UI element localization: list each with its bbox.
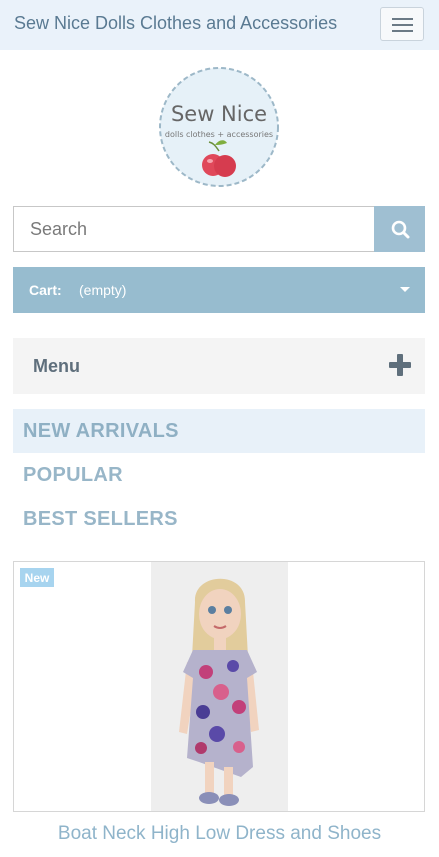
search-button[interactable] (374, 206, 425, 252)
search-bar (13, 206, 425, 252)
search-icon (391, 220, 410, 239)
hamburger-icon (392, 30, 413, 32)
hamburger-icon (392, 18, 413, 20)
hamburger-icon (392, 24, 413, 26)
plus-icon (389, 354, 411, 376)
product-image[interactable] (151, 562, 288, 812)
tab-popular[interactable]: POPULAR (13, 453, 425, 497)
product-name-link[interactable]: Boat Neck High Low Dress and Shoes (0, 823, 439, 845)
menu-toggle[interactable]: Menu (13, 338, 425, 394)
caret-down-icon (400, 287, 410, 292)
cart-status: (empty) (79, 282, 127, 298)
tab-best-sellers[interactable]: BEST SELLERS (13, 497, 425, 541)
menu-toggle-button[interactable] (380, 7, 424, 41)
product-card[interactable]: New (13, 561, 425, 812)
logo-title: Sew Nice (171, 102, 267, 126)
new-badge: New (19, 567, 55, 588)
tab-new-arrivals[interactable]: NEW ARRIVALS (13, 409, 425, 453)
top-navbar: Sew Nice Dolls Clothes and Accessories (0, 0, 439, 50)
search-input[interactable] (13, 206, 375, 252)
cart-label: Cart: (29, 282, 62, 298)
logo-subtitle: dolls clothes + accessories (165, 130, 273, 139)
cart-dropdown[interactable]: Cart: (empty) (13, 267, 425, 313)
site-logo[interactable]: Sew Nice dolls clothes + accessories (157, 65, 281, 189)
site-title[interactable]: Sew Nice Dolls Clothes and Accessories (14, 13, 337, 34)
menu-label: Menu (33, 356, 80, 376)
